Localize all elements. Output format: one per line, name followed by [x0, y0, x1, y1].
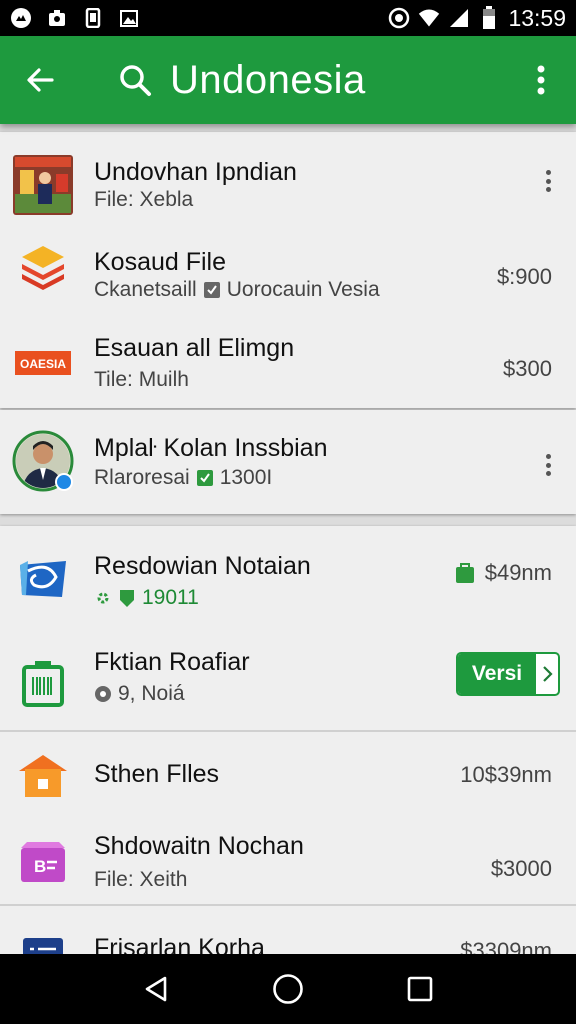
item-title: Undovhan Ipndian [94, 158, 297, 186]
bag-icon [455, 563, 474, 583]
shield-icon [120, 590, 134, 607]
nav-recents-button[interactable] [390, 959, 450, 1019]
item-title: Shdowaitn Nochan [94, 832, 304, 860]
item-subtitle: Ckanetsaill Uorocauin Vesia [94, 278, 380, 301]
camera-icon [46, 7, 68, 29]
svg-text:OAESIA: OAESIA [20, 357, 66, 371]
wifi-icon [418, 7, 440, 29]
clock: 13:59 [508, 4, 566, 31]
nav-back-button[interactable] [126, 959, 186, 1019]
layers-icon [12, 236, 74, 298]
page-title: Undonesia [170, 57, 366, 102]
verified-badge-icon [196, 470, 213, 486]
location-dot-icon [95, 686, 111, 702]
item-menu-button[interactable] [540, 450, 556, 480]
list-card: Resdowian Notaian 19011 $49nm Fktian Roa… [0, 526, 576, 954]
item-title: Resdowian Notaian [94, 552, 311, 580]
list-item[interactable]: Frisarlan Korha $3309nm [0, 906, 576, 954]
image-icon [118, 7, 140, 29]
barcode-bag-icon [12, 652, 74, 714]
item-title: Kosaud File [94, 248, 227, 276]
list-item[interactable]: OAESIA Esauan all Elimgn Tile: Muilh $30… [0, 312, 576, 408]
item-title: Sthen Flles [94, 760, 220, 788]
status-bar: 13:59 [0, 0, 576, 36]
system-nav-bar [0, 954, 576, 1024]
phone-icon [82, 7, 104, 29]
item-subtitle: Rlaroresai 1300I [94, 466, 273, 489]
item-subtitle: Tile: Muilh [94, 368, 189, 391]
home-circle-icon [273, 974, 303, 1004]
photo-thumbnail-icon [12, 154, 74, 216]
list-item[interactable]: Fktian Roafiar 9, Noiá Versi [0, 626, 576, 726]
item-subtitle: 9, Noiá [94, 682, 185, 706]
file-list[interactable]: Undovhan Ipndian File: Xebla Kosaud File… [0, 124, 576, 954]
item-title: Esauan all Elimgn [94, 334, 295, 362]
item-price: $:900 [496, 264, 552, 289]
chevron-right-icon [536, 654, 558, 694]
sync-icon [388, 7, 410, 29]
item-subtitle: File: Xebla [94, 188, 194, 211]
search-icon [120, 65, 151, 96]
item-menu-button[interactable] [540, 166, 556, 196]
battery-icon [478, 6, 500, 29]
arrow-left-icon [27, 68, 54, 92]
item-title: Mplaŀ Kolan Inssbian [94, 434, 328, 462]
gear-icon [97, 592, 109, 604]
list-item[interactable]: Resdowian Notaian 19011 $49nm [0, 526, 576, 626]
overflow-menu-button[interactable] [506, 36, 576, 124]
search-button[interactable] [110, 36, 160, 124]
document-icon [12, 928, 74, 954]
recents-square-icon [407, 976, 433, 1002]
back-triangle-icon [145, 976, 167, 1002]
list-card: Mplaŀ Kolan Inssbian Rlaroresai 1300I [0, 410, 576, 514]
list-item[interactable]: Kosaud File Ckanetsaill Uorocauin Vesia … [0, 222, 576, 312]
label-icon: OAESIA [12, 332, 74, 394]
item-subtitle: 19011 [94, 586, 199, 610]
app-bar: Undonesia [0, 36, 576, 124]
svg-text:B: B [34, 857, 46, 876]
versi-button-label: Versi [458, 654, 536, 694]
item-price: $3309nm [460, 938, 552, 954]
back-button[interactable] [0, 36, 80, 124]
map-icon [12, 548, 74, 610]
nav-home-button[interactable] [258, 959, 318, 1019]
more-vert-icon [537, 65, 545, 95]
cloud-icon [10, 7, 32, 29]
item-price: $300 [503, 356, 552, 381]
list-item[interactable]: Sthen Flles 10$39nm [0, 732, 576, 812]
item-price: $49nm [455, 560, 552, 586]
item-title: Frisarlan Korha [94, 934, 265, 954]
checkbox-icon [203, 282, 220, 298]
home-icon [12, 744, 74, 806]
list-item[interactable]: Mplaŀ Kolan Inssbian Rlaroresai 1300I [0, 410, 576, 514]
versi-button[interactable]: Versi [456, 652, 560, 696]
list-card: Undovhan Ipndian File: Xebla Kosaud File… [0, 132, 576, 408]
item-price: 10$39nm [460, 762, 552, 787]
store-icon: B [12, 832, 74, 894]
item-price: $3000 [490, 856, 552, 881]
list-item[interactable]: Undovhan Ipndian File: Xebla [0, 132, 576, 222]
item-title: Fktian Roafiar [94, 648, 250, 676]
item-subtitle: File: Xeith [94, 868, 188, 891]
list-item[interactable]: B Shdowaitn Nochan File: Xeith $3000 [0, 812, 576, 908]
avatar-icon [12, 430, 74, 492]
signal-icon [448, 7, 470, 29]
